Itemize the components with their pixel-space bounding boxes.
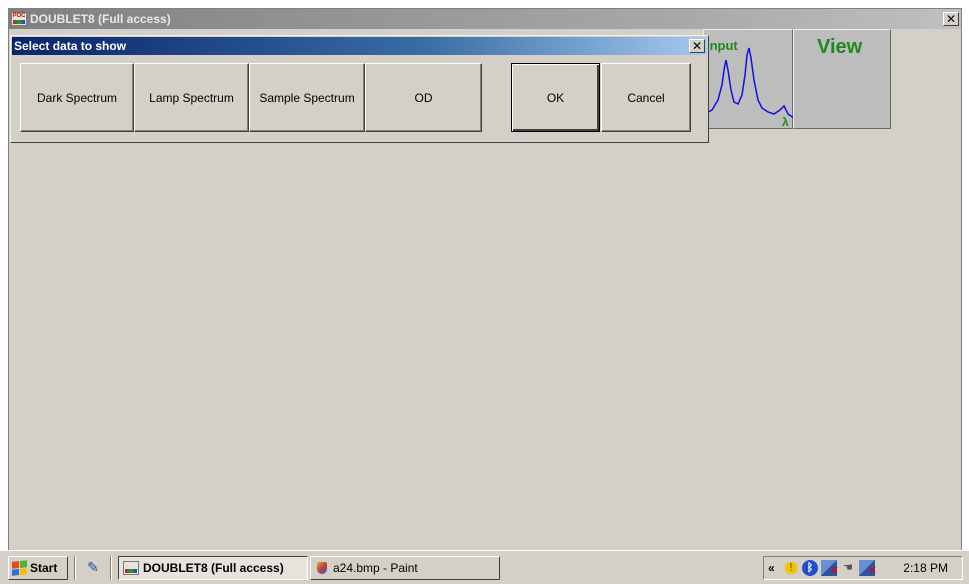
app-doublet-icon[interactable]: POC (11, 12, 27, 26)
doublet-icon (123, 561, 139, 575)
taskbar-item-label: DOUBLET8 (Full access) (143, 561, 284, 575)
dialog-title: Select data to show (14, 39, 127, 53)
safely-remove-hardware-icon[interactable]: ☚ (840, 560, 856, 576)
bluetooth-icon[interactable]: ᛒ (802, 560, 818, 576)
view-label: View (817, 36, 863, 58)
system-tray: « ! ᛒ ✕ ☚ ✕ 2:18 PM (763, 556, 963, 580)
taskbar-item-paint[interactable]: a24.bmp - Paint (310, 556, 500, 580)
lamp-spectrum-button[interactable]: Lamp Spectrum (134, 63, 249, 132)
start-label: Start (30, 561, 58, 575)
select-data-dialog: Select data to show ✕ Dark Spectrum Lamp… (10, 35, 709, 143)
security-shield-icon[interactable]: ! (783, 560, 799, 576)
ok-button[interactable]: OK (511, 63, 600, 132)
dark-spectrum-button[interactable]: Dark Spectrum (20, 63, 134, 132)
show-desktop-icon[interactable]: ✎ (84, 560, 102, 576)
network-disconnected-icon[interactable]: ✕ (859, 560, 877, 577)
app-icon-label: POC (12, 13, 26, 19)
dialog-close-icon[interactable]: ✕ (689, 39, 705, 53)
input-label: Input (706, 38, 738, 53)
taskbar: Start ✎ DOUBLET8 (Full access) a24.bmp -… (0, 550, 969, 584)
tray-expand-chevron-icon[interactable]: « (768, 561, 780, 575)
app-close-icon[interactable]: ✕ (943, 12, 959, 26)
od-button[interactable]: OD (365, 63, 482, 132)
taskbar-divider (74, 556, 76, 580)
taskbar-item-doublet[interactable]: DOUBLET8 (Full access) (118, 556, 308, 580)
sample-spectrum-button[interactable]: Sample Spectrum (249, 63, 365, 132)
dialog-titlebar[interactable]: Select data to show ✕ (12, 37, 707, 55)
input-button[interactable]: λ Input (703, 29, 794, 129)
start-button[interactable]: Start (8, 556, 68, 580)
windows-logo-icon (12, 560, 27, 576)
cancel-button[interactable]: Cancel (601, 63, 691, 132)
app-title: DOUBLET8 (Full access) (30, 12, 171, 26)
paint-icon (315, 561, 329, 575)
lambda-symbol: λ (782, 115, 789, 129)
view-button[interactable]: View (793, 29, 891, 129)
taskbar-item-label: a24.bmp - Paint (333, 561, 418, 575)
app-titlebar[interactable]: POC DOUBLET8 (Full access) ✕ (9, 9, 961, 29)
network-disconnected-icon[interactable]: ✕ (821, 560, 839, 577)
clock[interactable]: 2:18 PM (903, 561, 948, 575)
taskbar-divider (110, 556, 112, 580)
